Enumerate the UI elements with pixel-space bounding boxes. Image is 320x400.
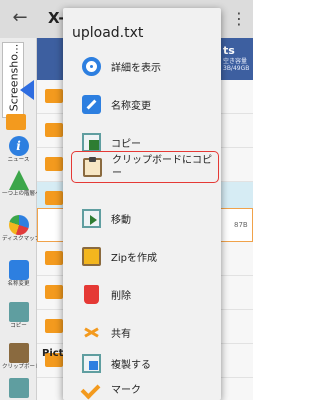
clipboard-icon (8, 343, 29, 363)
tool-disk-map[interactable]: ディスクマップ (2, 215, 41, 243)
folder-icon (45, 89, 63, 103)
folder-icon (45, 191, 63, 205)
copy-icon (8, 378, 29, 398)
tool-go-up-label: 一つ上の階層へ移動 (2, 191, 52, 197)
check-mark-icon (82, 379, 101, 398)
context-menu: upload.txt 詳細を表示 名称変更 コピー クリップボードにコピー 移動… (63, 8, 221, 400)
folder-icon[interactable] (6, 114, 26, 130)
overflow-menu-button[interactable]: ⋮ (231, 9, 247, 29)
tool-disk-map-label: ディスクマップ (2, 236, 41, 242)
tool-clipboard[interactable]: クリップボードにコピー (2, 343, 63, 371)
menu-item-label: 名称変更 (111, 101, 151, 112)
menu-item-label: 複製する (111, 360, 151, 371)
info-icon: i (8, 136, 29, 156)
menu-item-copy-to-clipboard[interactable]: クリップボードにコピー (71, 151, 219, 183)
arrow-left-icon: ← (12, 7, 28, 28)
menu-item-label: 詳細を表示 (111, 63, 161, 74)
rename-icon (82, 95, 101, 114)
folder-icon (45, 251, 63, 265)
menu-item-label: 共有 (111, 329, 131, 340)
zip-icon (82, 247, 101, 266)
drive-free-space: 空き容量 3B/49GB (223, 58, 250, 72)
folder-icon (45, 319, 63, 333)
left-panel: Screensho... i ニュース 一つ上の階層へ移動 ディスクマップ 名称… (0, 38, 63, 400)
rename-icon (8, 260, 29, 280)
move-icon (82, 209, 101, 228)
tool-rename[interactable]: 名称変更 (2, 260, 35, 288)
tool-copy[interactable]: コピー (2, 302, 35, 330)
disk-map-icon (8, 215, 29, 235)
menu-item-label: Zipを作成 (111, 253, 157, 264)
menu-item-move[interactable]: 移動 (63, 200, 221, 238)
tool-go-up[interactable]: 一つ上の階層へ移動 (2, 170, 52, 198)
clipboard-icon (83, 157, 102, 177)
menu-item-label: 削除 (111, 291, 131, 302)
tab-screenshots-label: Screensho... (7, 43, 21, 112)
tool-clipboard-label: クリップボードにコピー (2, 364, 63, 370)
copy-icon (82, 133, 101, 152)
tool-copy-label: コピー (10, 323, 27, 329)
folder-icon (45, 285, 63, 299)
menu-item-delete[interactable]: 削除 (63, 276, 221, 314)
tool-rename-label: 名称変更 (7, 281, 30, 287)
info-icon (82, 57, 101, 76)
copy-icon (8, 302, 29, 322)
active-tab-arrow-icon (20, 80, 34, 100)
menu-item-create-zip[interactable]: Zipを作成 (63, 238, 221, 276)
drive-label: ts (223, 44, 235, 57)
menu-item-label: クリップボードにコピー (112, 155, 212, 179)
file-size: 87B (234, 221, 248, 229)
folder-icon (45, 157, 63, 171)
menu-title: upload.txt (72, 25, 144, 41)
more-vert-icon: ⋮ (231, 9, 247, 28)
menu-item-label: マーク (111, 385, 141, 396)
up-arrow-icon (8, 170, 29, 190)
tool-more[interactable] (2, 378, 35, 398)
share-icon (82, 323, 101, 342)
delete-icon (84, 285, 99, 304)
folder-icon (45, 123, 63, 137)
menu-item-label: コピー (111, 139, 141, 150)
tool-news-label: ニュース (7, 157, 30, 163)
tool-news[interactable]: i ニュース (2, 136, 35, 164)
menu-item-details[interactable]: 詳細を表示 (63, 48, 221, 86)
menu-item-mark[interactable]: マーク (63, 370, 221, 400)
menu-item-rename[interactable]: 名称変更 (63, 86, 221, 124)
back-button[interactable]: ← (10, 8, 30, 28)
menu-item-label: 移動 (111, 215, 131, 226)
